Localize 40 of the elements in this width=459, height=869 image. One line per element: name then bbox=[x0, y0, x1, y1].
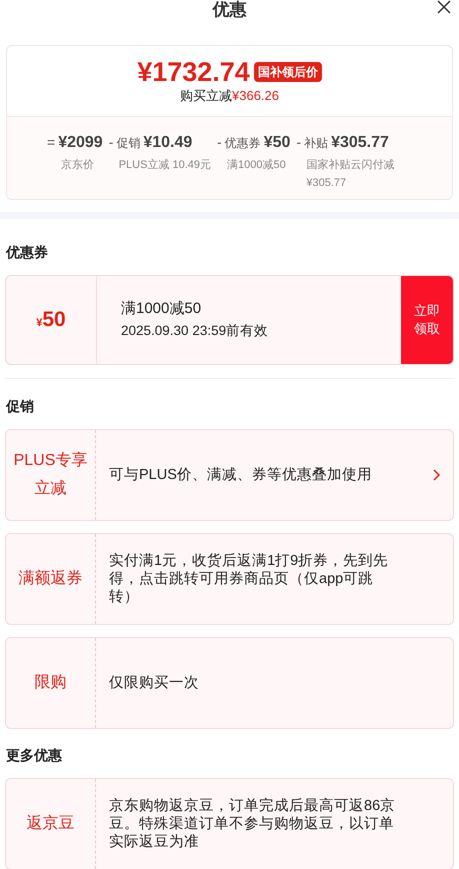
breakdown-note: PLUS立减 10.49元 bbox=[118, 158, 212, 173]
breakdown-amount: ¥305.77 bbox=[331, 133, 389, 153]
saving-amount: ¥366.26 bbox=[232, 88, 279, 104]
operator-sign: - bbox=[296, 133, 302, 152]
breakdown-label: 补贴 bbox=[304, 135, 328, 152]
breakdown-amount: ¥50 bbox=[264, 133, 290, 153]
close-icon[interactable] bbox=[437, 0, 451, 14]
promotion-tag: PLUS专享立减 bbox=[10, 447, 91, 503]
price-tag-badge: 国补领后价 bbox=[254, 62, 322, 82]
coupon-condition: 满1000减50 bbox=[121, 299, 202, 319]
promotion-card[interactable]: 限购 仅限购买一次 bbox=[5, 637, 454, 729]
promotion-card[interactable]: 返京豆 京东购物返京豆，订单完成后最高可返86京豆。特殊渠道订单不参与购物返豆，以订单实际返豆为准 bbox=[5, 778, 454, 869]
claim-coupon-button[interactable]: 立即领取 bbox=[401, 276, 453, 364]
section-heading: 促销 bbox=[6, 398, 34, 414]
promotion-description: 可与PLUS价、满减、券等优惠叠加使用 bbox=[109, 466, 372, 484]
coupon-validity: 2025.09.30 23:59前有效 bbox=[121, 322, 270, 340]
section-heading: 更多优惠 bbox=[6, 747, 62, 763]
final-price: ¥1732.74 bbox=[137, 57, 250, 87]
promotion-tag: 限购 bbox=[10, 669, 91, 697]
breakdown-note: 京东价 bbox=[60, 158, 95, 173]
breakdown-amount: ¥10.49 bbox=[143, 133, 192, 153]
coupon-value: ¥50 bbox=[36, 307, 66, 334]
promotion-description: 仅限购买一次 bbox=[109, 674, 199, 692]
saving-label: 购买立减 bbox=[180, 88, 232, 104]
operator-sign: = bbox=[47, 133, 56, 152]
breakdown-amount: ¥2099 bbox=[58, 133, 103, 153]
promotion-description: 实付满1元，收货后返满1打9折券，先到先得，点击跳转可用券商品页（仅app可跳转） bbox=[109, 552, 390, 606]
breakdown-label: 促销 bbox=[116, 135, 140, 152]
promotion-description: 京东购物返京豆，订单完成后最高可返86京豆。特殊渠道订单不参与购物返豆，以订单实际返豆为准 bbox=[109, 797, 396, 851]
breakdown-note: 满1000减50 bbox=[226, 158, 287, 173]
section-heading: 优惠券 bbox=[6, 244, 48, 260]
sheet-title: 优惠 bbox=[212, 0, 246, 21]
breakdown-label: 优惠券 bbox=[224, 135, 261, 152]
promotion-tag: 返京豆 bbox=[10, 810, 91, 838]
operator-sign: - bbox=[217, 133, 222, 152]
breakdown-note: 国家补贴云闪付减¥305.77 bbox=[305, 158, 396, 191]
promotion-card[interactable]: 满额返券 实付满1元，收货后返满1打9折券，先到先得，点击跳转可用券商品页（仅app可跳转） bbox=[5, 533, 454, 625]
promotion-card[interactable]: PLUS专享立减 可与PLUS价、满减、券等优惠叠加使用 bbox=[5, 429, 454, 521]
promotion-tag: 满额返券 bbox=[10, 565, 91, 593]
operator-sign: - bbox=[108, 133, 114, 152]
